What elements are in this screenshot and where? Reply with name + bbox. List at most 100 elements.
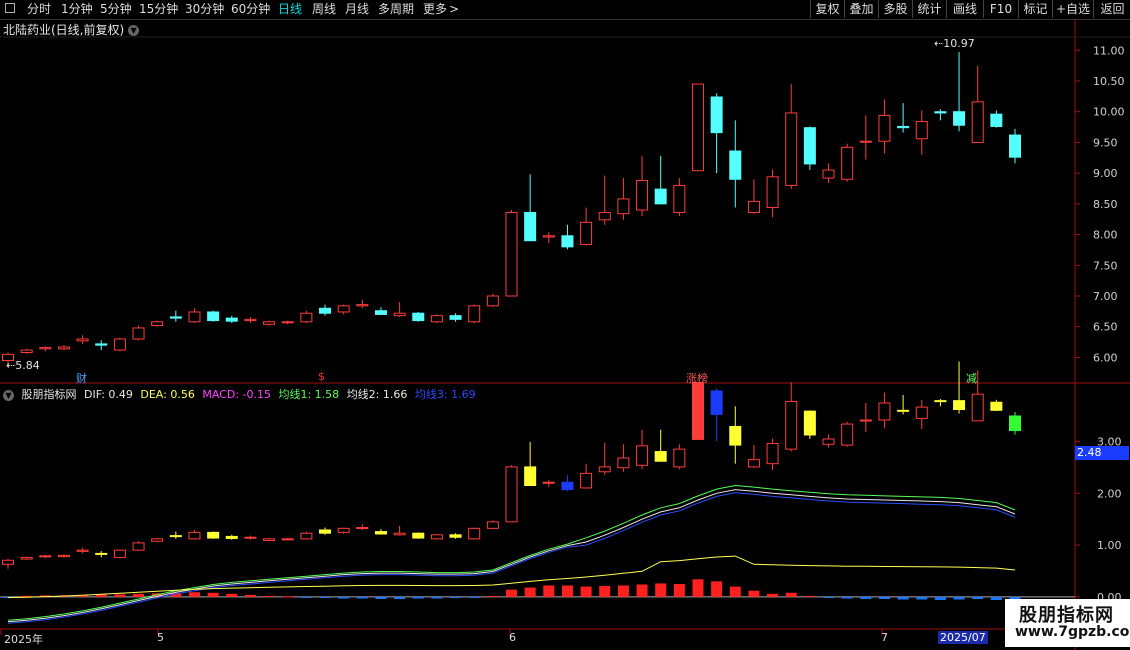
marker-limit-up[interactable]: 涨榜	[686, 370, 708, 386]
period-tab-weekly[interactable]: 周线	[312, 0, 336, 18]
indicator-candle-filled	[225, 535, 238, 539]
candle-body-up	[57, 346, 70, 350]
marker-reduce[interactable]: 减	[966, 370, 977, 386]
ma2-line	[7, 489, 1016, 623]
candle-body-up	[766, 176, 779, 209]
indicator-candle-filled	[449, 534, 462, 538]
indicator-candle-up	[859, 419, 872, 422]
candle-body-up	[132, 327, 145, 340]
overlay-button[interactable]: 叠加	[844, 0, 878, 18]
price-tick-label: 8.50	[1093, 198, 1118, 211]
macd-histogram-bar	[599, 586, 611, 597]
period-tab-30min[interactable]: 30分钟	[185, 0, 224, 18]
period-tab-fenshi[interactable]: 分时	[27, 0, 51, 18]
candle-body-up	[430, 315, 443, 323]
price-tick-label: 8.00	[1093, 229, 1118, 242]
square-icon[interactable]	[5, 3, 15, 13]
candle-body-down	[225, 317, 238, 322]
candle-body-down	[654, 188, 667, 205]
marker-dollar[interactable]: $	[318, 370, 325, 383]
date-label-year: 2025年	[4, 633, 43, 646]
indicator-candle-up	[766, 442, 779, 465]
draw-line-button[interactable]: 画线	[946, 0, 983, 18]
candle-body-down	[990, 113, 1003, 127]
macd-histogram-bar	[207, 592, 219, 597]
indicator-candle-filled	[710, 390, 723, 415]
indicator-candle-filled	[803, 410, 816, 436]
indicator-dropdown-icon[interactable]: ▼	[3, 389, 14, 401]
macd-histogram-bar	[748, 590, 760, 597]
indicator-candle-up	[580, 472, 593, 489]
f10-button[interactable]: F10	[983, 0, 1018, 18]
candle-body-up	[598, 211, 611, 221]
kline-chart[interactable]: 11.00 10.50 10.00 9.50 9.00 8.50 8.00 7.50 7.00 6…	[0, 0, 1130, 650]
macd-histogram-bar	[729, 586, 741, 597]
candle-body-up	[841, 146, 854, 180]
indicator-candle-up	[822, 438, 835, 445]
price-tick-label: 9.50	[1093, 136, 1118, 149]
candle-body-up	[747, 200, 760, 213]
candle-body-down	[953, 111, 966, 126]
candle-body-down	[412, 312, 425, 322]
candle-body-up	[356, 304, 369, 307]
period-tab-monthly[interactable]: 月线	[345, 0, 369, 18]
macd-histogram-bar	[487, 595, 499, 597]
indicator-candle-up	[785, 400, 798, 450]
ma3-line	[7, 492, 1016, 624]
price-tick-label: 10.00	[1093, 106, 1125, 119]
candle-body-down	[95, 343, 108, 346]
macd-histogram-bar	[878, 596, 890, 599]
indicator-candle-filled	[169, 535, 182, 538]
candle-body-up	[468, 305, 481, 323]
price-tick-label: 11.00	[1093, 44, 1125, 57]
candle-body-up	[393, 312, 406, 317]
macd-histogram-bar	[655, 583, 667, 597]
indicator-candle-up	[971, 393, 984, 422]
indicator-candle-filled	[654, 451, 667, 462]
add-watchlist-button[interactable]: +自选	[1052, 0, 1093, 18]
title-dropdown-icon[interactable]: ▼	[128, 25, 140, 36]
candle-body-up	[76, 338, 89, 342]
indicator-name: 股朋指标网	[21, 388, 77, 401]
macd-histogram-bar	[823, 596, 835, 598]
indicator-candle-up	[39, 555, 52, 558]
macd-histogram-bar	[561, 585, 573, 597]
ma2-value: 均线2: 1.66	[346, 388, 408, 401]
candle-body-up	[878, 114, 891, 142]
price-tick-label: 7.50	[1093, 259, 1118, 272]
more-arrow-icon[interactable]: >	[449, 0, 459, 18]
mark-button[interactable]: 标记	[1018, 0, 1052, 18]
indicator-candle-up	[113, 549, 126, 558]
candle-body-up	[505, 211, 518, 297]
min-price-value: 5.84	[15, 359, 40, 372]
price-tick-label: 6.00	[1093, 351, 1118, 364]
macd-histogram-bar	[114, 594, 126, 597]
multi-stock-button[interactable]: 多股	[878, 0, 912, 18]
period-tab-5min[interactable]: 5分钟	[100, 0, 132, 18]
candle-body-up	[20, 349, 33, 354]
period-tab-multi[interactable]: 多周期	[378, 0, 414, 18]
fuquan-button[interactable]: 复权	[810, 0, 844, 18]
period-tab-60min[interactable]: 60分钟	[231, 0, 270, 18]
price-tick-label: 9.00	[1093, 167, 1118, 180]
macd-histogram-bar	[58, 595, 70, 597]
candle-body-down	[729, 150, 742, 180]
period-tab-1min[interactable]: 1分钟	[61, 0, 93, 18]
candle-body-down	[561, 235, 574, 248]
stats-button[interactable]: 统计	[912, 0, 946, 18]
indicator-candle-up	[915, 406, 928, 419]
indicator-candle-filled	[412, 532, 425, 539]
period-tab-daily[interactable]: 日线	[278, 0, 302, 18]
back-button[interactable]: 返回	[1093, 0, 1130, 18]
macd-histogram-bar	[151, 593, 163, 597]
period-tab-15min[interactable]: 15分钟	[139, 0, 178, 18]
marker-finance[interactable]: 财	[76, 370, 87, 386]
candle-body-up	[691, 83, 704, 172]
period-tab-more[interactable]: 更多	[423, 0, 447, 18]
indicator-candle-up	[244, 536, 257, 539]
macd-histogram-bar	[673, 583, 685, 597]
indicator-candle-up	[747, 459, 760, 468]
candle-body-up	[337, 305, 350, 313]
indicator-candle-filled	[561, 481, 574, 491]
candle-body-up	[188, 311, 201, 323]
